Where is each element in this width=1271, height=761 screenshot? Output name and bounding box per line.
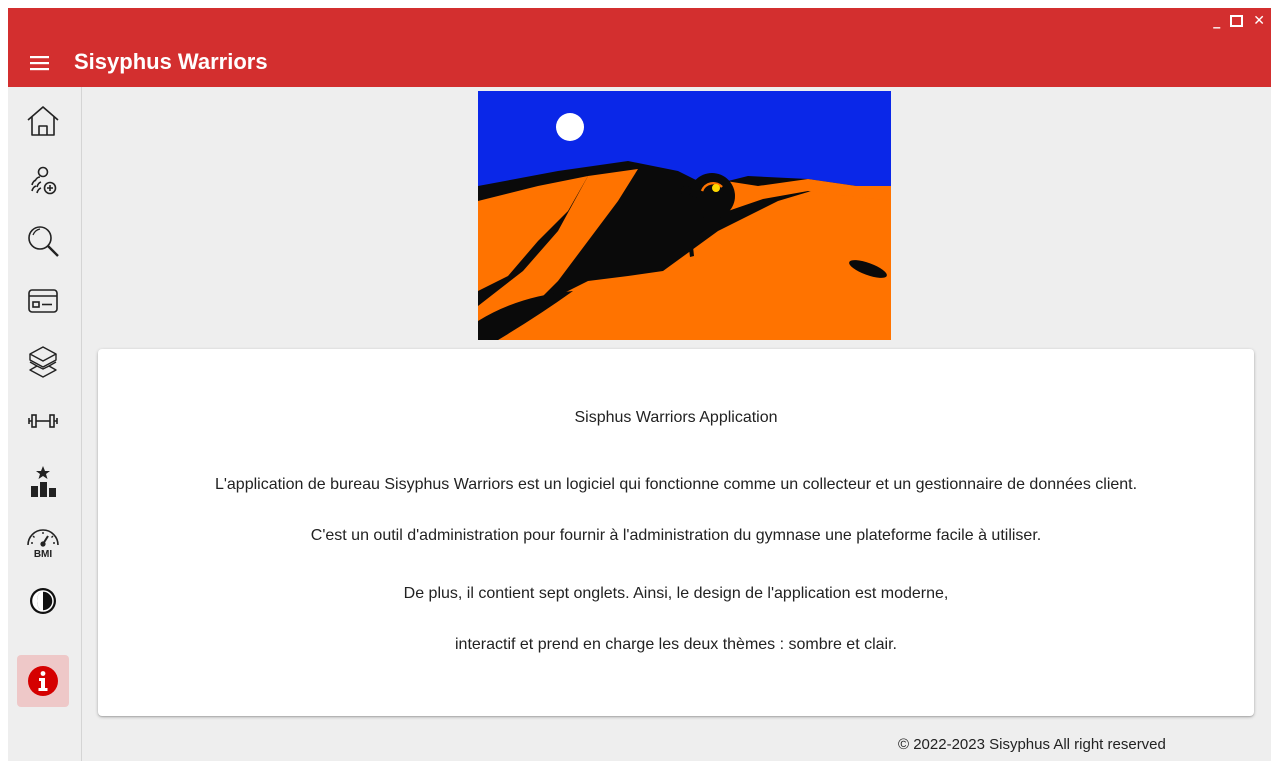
sidebar-item-bmi[interactable]: BMI — [17, 515, 69, 567]
close-button[interactable]: ✕ — [1253, 12, 1265, 32]
sidebar-item-add-members[interactable] — [17, 155, 69, 207]
sidebar: BMI — [8, 87, 82, 761]
sidebar-item-theme[interactable] — [17, 575, 69, 627]
add-members-icon — [31, 166, 57, 195]
app-window: _ ✕ Sisyphus Warriors BMI Sisphus Warrio… — [8, 8, 1271, 761]
about-paragraph-2: C'est un outil d'administration pour fou… — [310, 527, 1042, 544]
bmi-label: BMI — [34, 549, 53, 560]
maximize-icon — [1230, 15, 1244, 27]
sidebar-item-ranking[interactable] — [17, 455, 69, 507]
sidebar-item-search[interactable] — [17, 215, 69, 267]
sidebar-item-boxes[interactable] — [17, 335, 69, 387]
sidebar-item-home[interactable] — [17, 95, 69, 147]
home-icon — [27, 106, 59, 136]
search-icon — [28, 226, 59, 257]
bmi-gauge-icon: BMI — [27, 529, 59, 560]
ranking-icon — [31, 466, 56, 497]
boxes-icon — [29, 346, 57, 378]
membership-card-icon — [28, 289, 58, 313]
sisyphus-illustration — [478, 91, 891, 340]
maximize-button[interactable] — [1230, 12, 1244, 32]
about-card: Sisphus Warriors Application L'applicati… — [98, 349, 1254, 716]
sidebar-item-about[interactable] — [17, 655, 69, 707]
menu-icon — [30, 56, 49, 71]
dumbbell-icon — [28, 414, 58, 428]
info-icon — [28, 666, 58, 696]
theme-toggle-icon — [30, 588, 56, 614]
title-bar: _ ✕ Sisyphus Warriors — [8, 8, 1271, 87]
about-paragraph-3: De plus, il contient sept onglets. Ainsi… — [403, 585, 949, 602]
about-paragraph-4: interactif et prend en charge les deux t… — [454, 636, 897, 653]
footer-copyright: © 2022-2023 Sisyphus All right reserved — [898, 736, 1166, 753]
hamburger-menu-button[interactable] — [28, 51, 52, 75]
minimize-button[interactable]: _ — [1213, 12, 1220, 32]
sidebar-item-membership-card[interactable] — [17, 275, 69, 327]
sidebar-item-exercises[interactable] — [17, 395, 69, 447]
about-paragraph-1: L'application de bureau Sisyphus Warrior… — [214, 476, 1138, 493]
window-controls: _ ✕ — [1213, 12, 1265, 32]
app-title: Sisyphus Warriors — [74, 49, 268, 74]
about-heading: Sisphus Warriors Application — [574, 409, 778, 426]
